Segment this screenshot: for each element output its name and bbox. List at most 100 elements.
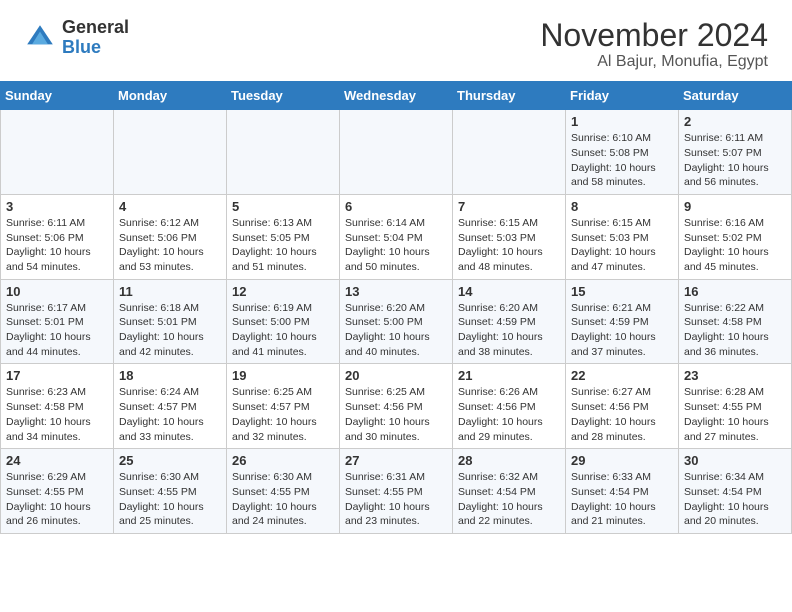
calendar-day-cell: 6 Sunrise: 6:14 AM Sunset: 5:04 PM Daylig… bbox=[340, 194, 453, 279]
calendar-day-cell: 28Sunrise: 6:32 AM Sunset: 4:54 PM Dayli… bbox=[453, 449, 566, 534]
calendar-day-cell: 16Sunrise: 6:22 AM Sunset: 4:58 PM Dayli… bbox=[679, 279, 792, 364]
day-info: Sunrise: 6:14 AM Sunset: 5:04 PM Dayligh… bbox=[345, 216, 447, 275]
calendar-header-row: SundayMondayTuesdayWednesdayThursdayFrid… bbox=[1, 82, 792, 110]
day-info: Sunrise: 6:27 AM Sunset: 4:56 PM Dayligh… bbox=[571, 385, 673, 444]
day-info: Sunrise: 6:30 AM Sunset: 4:55 PM Dayligh… bbox=[232, 470, 334, 529]
day-number: 28 bbox=[458, 453, 560, 468]
day-number: 5 bbox=[232, 199, 334, 214]
calendar-day-cell: 2 Sunrise: 6:11 AM Sunset: 5:07 PM Daylig… bbox=[679, 110, 792, 195]
logo-general: General bbox=[62, 18, 129, 38]
calendar-day-cell: 29 Sunrise: 6:33 AM Sunset: 4:54 PM Dayli… bbox=[566, 449, 679, 534]
day-number: 27 bbox=[345, 453, 447, 468]
calendar-day-cell: 25Sunrise: 6:30 AM Sunset: 4:55 PM Dayli… bbox=[114, 449, 227, 534]
day-number: 4 bbox=[119, 199, 221, 214]
calendar-day-cell: 3 Sunrise: 6:11 AM Sunset: 5:06 PM Daylig… bbox=[1, 194, 114, 279]
calendar-day-cell bbox=[227, 110, 340, 195]
calendar-body: 1 Sunrise: 6:10 AM Sunset: 5:08 PM Daylig… bbox=[1, 110, 792, 534]
calendar-day-cell: 30 Sunrise: 6:34 AM Sunset: 4:54 PM Dayli… bbox=[679, 449, 792, 534]
calendar-day-cell: 27 Sunrise: 6:31 AM Sunset: 4:55 PM Dayli… bbox=[340, 449, 453, 534]
calendar-day-cell: 19Sunrise: 6:25 AM Sunset: 4:57 PM Dayli… bbox=[227, 364, 340, 449]
day-number: 8 bbox=[571, 199, 673, 214]
day-number: 15 bbox=[571, 284, 673, 299]
day-info: Sunrise: 6:24 AM Sunset: 4:57 PM Dayligh… bbox=[119, 385, 221, 444]
calendar-week-row: 10 Sunrise: 6:17 AM Sunset: 5:01 PM Dayli… bbox=[1, 279, 792, 364]
day-number: 18 bbox=[119, 368, 221, 383]
day-info: Sunrise: 6:18 AM Sunset: 5:01 PM Dayligh… bbox=[119, 301, 221, 360]
day-number: 7 bbox=[458, 199, 560, 214]
day-info: Sunrise: 6:21 AM Sunset: 4:59 PM Dayligh… bbox=[571, 301, 673, 360]
logo: General Blue bbox=[24, 18, 129, 58]
calendar-day-cell: 26 Sunrise: 6:30 AM Sunset: 4:55 PM Dayli… bbox=[227, 449, 340, 534]
day-number: 1 bbox=[571, 114, 673, 129]
day-info: Sunrise: 6:31 AM Sunset: 4:55 PM Dayligh… bbox=[345, 470, 447, 529]
calendar-day-cell: 18 Sunrise: 6:24 AM Sunset: 4:57 PM Dayli… bbox=[114, 364, 227, 449]
day-info: Sunrise: 6:17 AM Sunset: 5:01 PM Dayligh… bbox=[6, 301, 108, 360]
day-number: 23 bbox=[684, 368, 786, 383]
day-info: Sunrise: 6:23 AM Sunset: 4:58 PM Dayligh… bbox=[6, 385, 108, 444]
calendar-week-row: 3 Sunrise: 6:11 AM Sunset: 5:06 PM Daylig… bbox=[1, 194, 792, 279]
day-number: 29 bbox=[571, 453, 673, 468]
day-info: Sunrise: 6:19 AM Sunset: 5:00 PM Dayligh… bbox=[232, 301, 334, 360]
calendar-day-cell: 9Sunrise: 6:16 AM Sunset: 5:02 PM Daylig… bbox=[679, 194, 792, 279]
day-number: 19 bbox=[232, 368, 334, 383]
calendar-day-cell: 4 Sunrise: 6:12 AM Sunset: 5:06 PM Daylig… bbox=[114, 194, 227, 279]
calendar-day-cell bbox=[340, 110, 453, 195]
day-number: 26 bbox=[232, 453, 334, 468]
day-number: 13 bbox=[345, 284, 447, 299]
day-number: 12 bbox=[232, 284, 334, 299]
day-number: 3 bbox=[6, 199, 108, 214]
month-title: November 2024 bbox=[540, 18, 768, 53]
logo-blue: Blue bbox=[62, 38, 129, 58]
day-info: Sunrise: 6:15 AM Sunset: 5:03 PM Dayligh… bbox=[571, 216, 673, 275]
day-info: Sunrise: 6:11 AM Sunset: 5:07 PM Dayligh… bbox=[684, 131, 786, 190]
day-number: 16 bbox=[684, 284, 786, 299]
calendar-day-cell bbox=[114, 110, 227, 195]
day-info: Sunrise: 6:26 AM Sunset: 4:56 PM Dayligh… bbox=[458, 385, 560, 444]
weekday-header-cell: Sunday bbox=[1, 82, 114, 110]
calendar-day-cell: 8 Sunrise: 6:15 AM Sunset: 5:03 PM Daylig… bbox=[566, 194, 679, 279]
calendar-day-cell: 1 Sunrise: 6:10 AM Sunset: 5:08 PM Daylig… bbox=[566, 110, 679, 195]
calendar-week-row: 17 Sunrise: 6:23 AM Sunset: 4:58 PM Dayli… bbox=[1, 364, 792, 449]
day-number: 30 bbox=[684, 453, 786, 468]
weekday-header-cell: Wednesday bbox=[340, 82, 453, 110]
calendar-week-row: 24 Sunrise: 6:29 AM Sunset: 4:55 PM Dayli… bbox=[1, 449, 792, 534]
calendar-day-cell bbox=[453, 110, 566, 195]
calendar-day-cell: 12 Sunrise: 6:19 AM Sunset: 5:00 PM Dayli… bbox=[227, 279, 340, 364]
title-block: November 2024 Al Bajur, Monufia, Egypt bbox=[540, 18, 768, 71]
day-number: 17 bbox=[6, 368, 108, 383]
calendar-table: SundayMondayTuesdayWednesdayThursdayFrid… bbox=[0, 81, 792, 534]
calendar-day-cell bbox=[1, 110, 114, 195]
day-info: Sunrise: 6:12 AM Sunset: 5:06 PM Dayligh… bbox=[119, 216, 221, 275]
day-info: Sunrise: 6:20 AM Sunset: 5:00 PM Dayligh… bbox=[345, 301, 447, 360]
calendar-day-cell: 17 Sunrise: 6:23 AM Sunset: 4:58 PM Dayli… bbox=[1, 364, 114, 449]
weekday-header-cell: Tuesday bbox=[227, 82, 340, 110]
calendar-day-cell: 21 Sunrise: 6:26 AM Sunset: 4:56 PM Dayli… bbox=[453, 364, 566, 449]
day-info: Sunrise: 6:25 AM Sunset: 4:56 PM Dayligh… bbox=[345, 385, 447, 444]
logo-icon bbox=[24, 22, 56, 54]
day-number: 22 bbox=[571, 368, 673, 383]
day-info: Sunrise: 6:29 AM Sunset: 4:55 PM Dayligh… bbox=[6, 470, 108, 529]
day-info: Sunrise: 6:10 AM Sunset: 5:08 PM Dayligh… bbox=[571, 131, 673, 190]
day-info: Sunrise: 6:34 AM Sunset: 4:54 PM Dayligh… bbox=[684, 470, 786, 529]
calendar-day-cell: 5 Sunrise: 6:13 AM Sunset: 5:05 PM Daylig… bbox=[227, 194, 340, 279]
calendar-day-cell: 14Sunrise: 6:20 AM Sunset: 4:59 PM Dayli… bbox=[453, 279, 566, 364]
day-number: 24 bbox=[6, 453, 108, 468]
logo-text: General Blue bbox=[62, 18, 129, 58]
calendar-day-cell: 7 Sunrise: 6:15 AM Sunset: 5:03 PM Daylig… bbox=[453, 194, 566, 279]
day-number: 10 bbox=[6, 284, 108, 299]
day-number: 14 bbox=[458, 284, 560, 299]
day-info: Sunrise: 6:13 AM Sunset: 5:05 PM Dayligh… bbox=[232, 216, 334, 275]
day-info: Sunrise: 6:33 AM Sunset: 4:54 PM Dayligh… bbox=[571, 470, 673, 529]
day-number: 21 bbox=[458, 368, 560, 383]
day-number: 25 bbox=[119, 453, 221, 468]
day-number: 2 bbox=[684, 114, 786, 129]
day-number: 6 bbox=[345, 199, 447, 214]
calendar-day-cell: 22 Sunrise: 6:27 AM Sunset: 4:56 PM Dayli… bbox=[566, 364, 679, 449]
weekday-header-cell: Monday bbox=[114, 82, 227, 110]
calendar-day-cell: 24 Sunrise: 6:29 AM Sunset: 4:55 PM Dayli… bbox=[1, 449, 114, 534]
page-header: General Blue November 2024 Al Bajur, Mon… bbox=[0, 0, 792, 81]
day-info: Sunrise: 6:11 AM Sunset: 5:06 PM Dayligh… bbox=[6, 216, 108, 275]
day-info: Sunrise: 6:15 AM Sunset: 5:03 PM Dayligh… bbox=[458, 216, 560, 275]
day-number: 9 bbox=[684, 199, 786, 214]
calendar-week-row: 1 Sunrise: 6:10 AM Sunset: 5:08 PM Daylig… bbox=[1, 110, 792, 195]
